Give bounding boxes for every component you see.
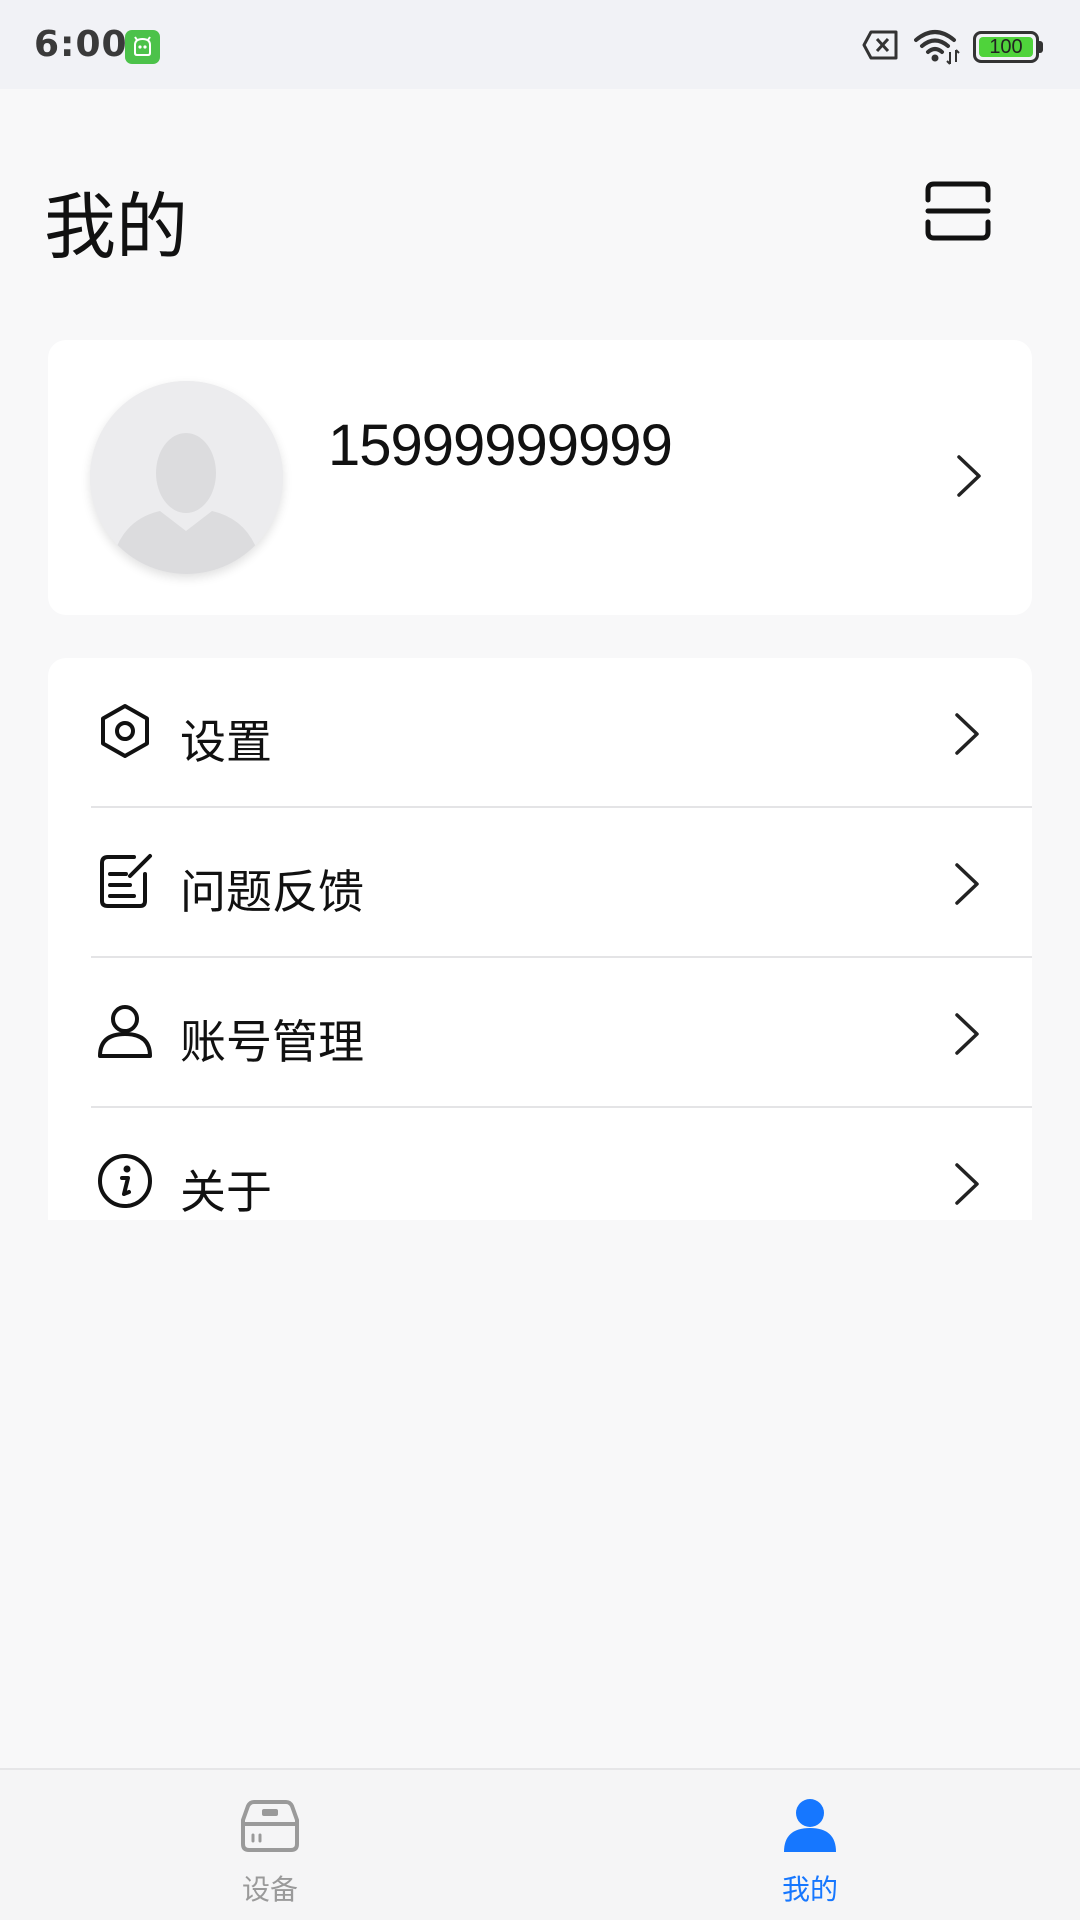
menu-item-feedback[interactable]: 问题反馈 (48, 808, 1032, 958)
chevron-right-icon (955, 1163, 979, 1205)
chevron-right-icon (957, 455, 981, 497)
info-icon (98, 1154, 152, 1208)
tab-label: 设备 (241, 1873, 298, 1906)
chevron-right-icon (955, 1013, 979, 1055)
chevron-right-icon (955, 713, 979, 755)
status-time: 6:00 (34, 24, 128, 65)
menu-item-label: 设置 (180, 715, 272, 769)
battery-icon: 100 (973, 31, 1039, 63)
wifi-icon (914, 30, 960, 65)
person-icon (784, 1799, 836, 1852)
no-sim-icon (862, 30, 898, 60)
tab-mine[interactable]: 我的 (660, 1770, 960, 1920)
menu-item-label: 关于 (180, 1165, 272, 1219)
menu-item-about[interactable]: 关于 (48, 1108, 1032, 1220)
battery-level: 100 (989, 36, 1023, 58)
page-title: 我的 (44, 185, 189, 269)
phone-number: 15999999999 (328, 413, 673, 478)
menu-item-label: 问题反馈 (180, 865, 364, 919)
tab-label: 我的 (781, 1873, 838, 1906)
bottom-tab-bar: 设备 我的 (0, 1768, 1080, 1920)
settings-hexagon-icon (101, 704, 149, 758)
device-icon (241, 1800, 299, 1852)
scan-icon (925, 181, 991, 241)
menu-item-label: 账号管理 (180, 1015, 364, 1069)
tab-devices[interactable]: 设备 (120, 1770, 420, 1920)
profile-card[interactable]: 15999999999 (48, 340, 1032, 615)
user-icon (98, 1005, 152, 1058)
menu-item-account[interactable]: 账号管理 (48, 958, 1032, 1108)
feedback-edit-icon (100, 854, 152, 908)
app-notification-icon (125, 30, 160, 64)
menu-item-settings[interactable]: 设置 (48, 658, 1032, 808)
menu-list: 设置 问题反馈 账号管理 关于 (48, 658, 1032, 1220)
avatar[interactable] (90, 381, 283, 574)
scan-button[interactable] (924, 180, 992, 242)
status-bar: 6:00 100 (0, 0, 1080, 89)
default-avatar-icon (90, 381, 283, 574)
chevron-right-icon (955, 863, 979, 905)
